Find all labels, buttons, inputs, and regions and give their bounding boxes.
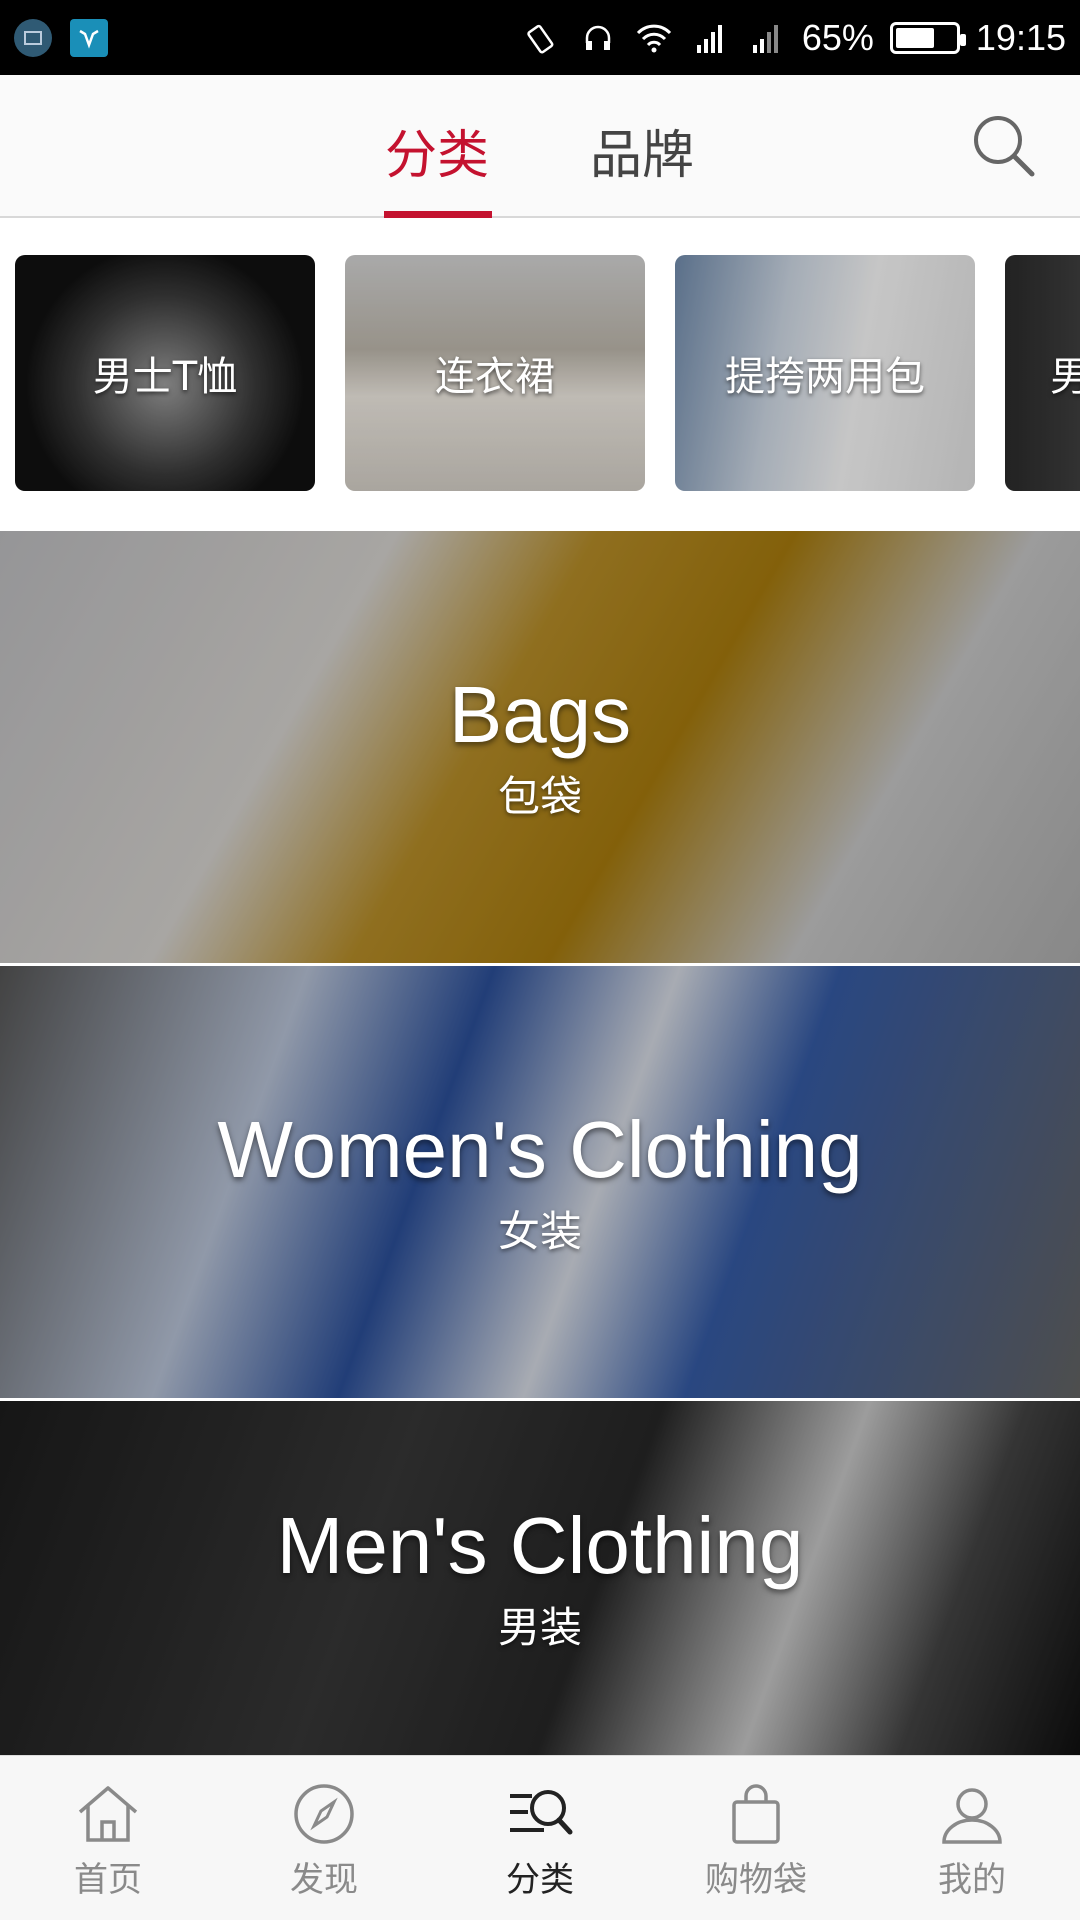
compass-icon	[294, 1784, 354, 1844]
nav-category[interactable]: 分类	[432, 1756, 648, 1920]
bottom-navigation: 首页 发现 分类 购物袋 我的	[0, 1755, 1080, 1920]
signal-icon-2	[746, 18, 786, 58]
banner-bags[interactable]: Bags 包袋	[0, 531, 1080, 963]
quick-category-row: 男士T恤 连衣裙 提挎两用包 男	[0, 218, 1080, 531]
category-card-label: 男	[1050, 354, 1080, 400]
banner-subtitle: 包袋	[497, 771, 582, 821]
banner-subtitle: 男装	[497, 1602, 582, 1652]
nav-label: 购物袋	[705, 1860, 807, 1900]
nav-label: 我的	[938, 1860, 1006, 1900]
wifi-icon	[634, 18, 674, 58]
category-card-label: 提挎两用包	[725, 354, 925, 400]
active-tab-indicator	[384, 211, 492, 218]
nav-shopping-bag[interactable]: 购物袋	[648, 1756, 864, 1920]
category-search-icon	[510, 1790, 573, 1835]
clock: 19:15	[975, 16, 1066, 58]
nav-home[interactable]: 首页	[0, 1756, 216, 1920]
signal-icon-1	[690, 18, 730, 58]
nav-label: 首页	[74, 1860, 142, 1900]
status-bar: 65% 19:15	[0, 0, 1080, 75]
battery-percent: 65%	[801, 16, 874, 58]
category-card-label: 男士T恤	[92, 354, 238, 400]
category-card-mens[interactable]: 男	[1005, 255, 1080, 491]
banner-title: Women's Clothing	[217, 1104, 863, 1194]
battery-icon	[889, 21, 966, 54]
bull-app-icon	[70, 18, 108, 57]
nav-discover[interactable]: 发现	[216, 1756, 432, 1920]
category-card-label: 连衣裙	[435, 354, 555, 400]
banner-mens-clothing[interactable]: Men's Clothing 男装	[0, 1401, 1080, 1755]
category-card-handbag[interactable]: 提挎两用包	[675, 255, 975, 491]
home-icon	[78, 1786, 138, 1842]
top-navigation: 分类 品牌	[0, 75, 1080, 218]
nav-label: 发现	[290, 1860, 358, 1900]
nav-label: 分类	[506, 1860, 574, 1900]
category-card-dress[interactable]: 连衣裙	[345, 255, 645, 491]
app-notification-icon	[14, 18, 52, 57]
search-icon[interactable]	[968, 110, 1040, 182]
tab-category[interactable]: 分类	[385, 113, 489, 188]
banner-subtitle: 女装	[497, 1206, 582, 1256]
banner-title: Bags	[448, 669, 632, 759]
tab-brand[interactable]: 品牌	[590, 113, 694, 188]
banner-womens-clothing[interactable]: Women's Clothing 女装	[0, 966, 1080, 1398]
nav-profile[interactable]: 我的	[864, 1756, 1080, 1920]
profile-icon	[942, 1788, 1002, 1844]
category-card-mens-tshirt[interactable]: 男士T恤	[15, 255, 315, 491]
shopping-bag-icon	[732, 1784, 780, 1844]
banner-title: Men's Clothing	[276, 1500, 804, 1590]
headphones-icon	[578, 18, 618, 58]
rotation-icon	[522, 18, 562, 58]
